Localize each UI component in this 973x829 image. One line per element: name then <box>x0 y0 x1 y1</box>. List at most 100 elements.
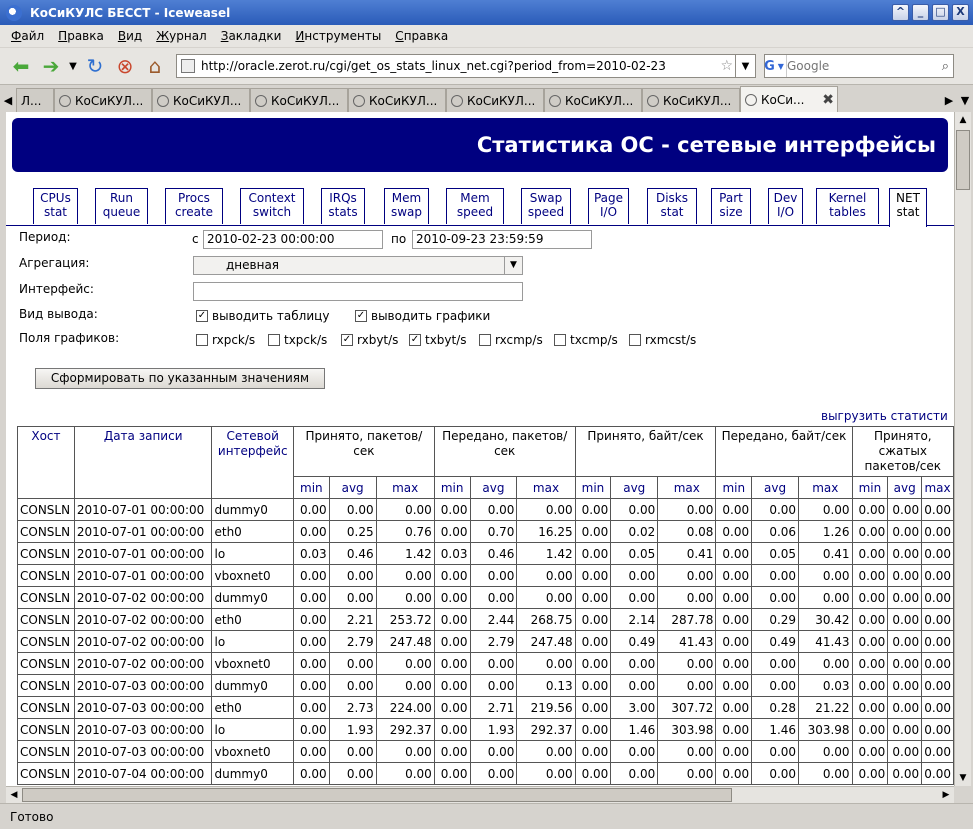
interface-input[interactable] <box>193 282 523 301</box>
cell-host: CONSLN <box>17 740 75 763</box>
aggregation-select[interactable]: дневная ▼ <box>193 256 523 275</box>
window-maximize-button[interactable]: □ <box>932 4 949 21</box>
browser-tab-5[interactable]: КоСиКУЛ... <box>446 88 544 112</box>
field-checkbox-0[interactable]: rxpck/s <box>196 333 255 347</box>
browser-tab-1[interactable]: КоСиКУЛ... <box>54 88 152 112</box>
tab-scroll-right-icon[interactable]: ▶ <box>941 88 957 112</box>
section-tab-13[interactable]: NET stat <box>889 188 927 227</box>
menu-item-2[interactable]: Вид <box>111 29 149 43</box>
section-tab-1[interactable]: Run queue <box>95 188 148 224</box>
checkbox-box[interactable]: ✓ <box>196 310 208 322</box>
sub-header-max: max <box>375 476 435 499</box>
forward-arrow-icon[interactable]: ➔ <box>36 51 66 81</box>
back-arrow-icon[interactable]: ⬅ <box>6 51 36 81</box>
url-text[interactable]: http://oracle.zerot.ru/cgi/get_os_stats_… <box>201 59 720 73</box>
search-bar[interactable]: G▼ ⌕ <box>764 54 954 78</box>
reload-icon[interactable]: ↻ <box>80 51 110 81</box>
col-header-date[interactable]: Дата записи <box>73 426 213 499</box>
search-magnifier-icon[interactable]: ⌕ <box>942 59 949 74</box>
section-tab-8[interactable]: Page I/O <box>588 188 629 224</box>
field-checkbox-4[interactable]: rxcmp/s <box>479 333 543 347</box>
section-tab-7[interactable]: Swap speed <box>521 188 571 224</box>
window-titlebar[interactable]: КоСиКУЛС БЕССТ - Iceweasel ^ _ □ X <box>0 0 973 25</box>
checkbox-box[interactable] <box>268 334 280 346</box>
checkbox-box[interactable] <box>554 334 566 346</box>
url-history-dropdown-icon[interactable]: ▼ <box>736 54 756 78</box>
menu-item-4[interactable]: Закладки <box>214 29 289 43</box>
section-tab-3[interactable]: Context switch <box>240 188 304 224</box>
field-checkbox-2[interactable]: ✓ rxbyt/s <box>341 333 398 347</box>
window-close-button[interactable]: X <box>952 4 969 21</box>
cell-value: 0.05 <box>751 542 800 565</box>
bookmark-star-icon[interactable]: ☆ <box>720 58 733 74</box>
cell-value: 0.00 <box>715 652 753 675</box>
browser-tab-0[interactable]: Л... <box>16 88 54 112</box>
cell-value: 2.71 <box>469 696 518 719</box>
menu-item-1[interactable]: Правка <box>51 29 111 43</box>
history-dropdown-icon[interactable]: ▼ <box>66 51 80 81</box>
vertical-scroll-thumb[interactable] <box>956 130 970 190</box>
window-shade-button[interactable]: ^ <box>892 4 909 21</box>
search-input[interactable] <box>787 59 942 73</box>
checkbox-box[interactable] <box>196 334 208 346</box>
browser-tab-3[interactable]: КоСиКУЛ... <box>250 88 348 112</box>
submit-button[interactable]: Сформировать по указанным значениям <box>35 368 325 389</box>
menu-item-5[interactable]: Инструменты <box>288 29 388 43</box>
menu-item-3[interactable]: Журнал <box>149 29 214 43</box>
scroll-down-icon[interactable]: ▼ <box>955 770 971 786</box>
cell-value: 0.00 <box>433 498 471 521</box>
section-tab-6[interactable]: Mem speed <box>446 188 504 224</box>
col-header-interface[interactable]: Сетевой интерфейс <box>211 426 294 499</box>
browser-tab-7[interactable]: КоСиКУЛ... <box>642 88 740 112</box>
section-tab-12[interactable]: Kernel tables <box>816 188 879 224</box>
section-tab-11[interactable]: Dev I/O <box>768 188 803 224</box>
cell-value: 0.00 <box>574 608 612 631</box>
period-from-input[interactable]: 2010-02-23 00:00:00 <box>203 230 383 249</box>
group-header-tx-bytes: Передано, байт/сек <box>715 426 853 477</box>
browser-tab-6[interactable]: КоСиКУЛ... <box>544 88 642 112</box>
checkbox-box[interactable] <box>479 334 491 346</box>
section-tab-9[interactable]: Disks stat <box>647 188 697 224</box>
checkbox-box[interactable]: ✓ <box>355 310 367 322</box>
checkbox-box[interactable]: ✓ <box>409 334 421 346</box>
field-checkbox-5[interactable]: txcmp/s <box>554 333 618 347</box>
cell-interface: eth0 <box>211 696 294 719</box>
scroll-up-icon[interactable]: ▲ <box>955 112 971 128</box>
section-tab-5[interactable]: Mem swap <box>384 188 429 224</box>
section-tab-10[interactable]: Part size <box>711 188 751 224</box>
export-stats-link[interactable]: выгрузить статисти <box>821 409 948 423</box>
checkbox-box[interactable]: ✓ <box>341 334 353 346</box>
site-favicon-icon <box>181 59 195 73</box>
output-table-checkbox[interactable]: ✓ выводить таблицу <box>196 309 329 323</box>
field-checkbox-3[interactable]: ✓ txbyt/s <box>409 333 467 347</box>
cell-value: 307.72 <box>657 696 717 719</box>
browser-tab-8[interactable]: КоСи... ✖ <box>740 86 838 112</box>
field-checkbox-1[interactable]: txpck/s <box>268 333 327 347</box>
vertical-scrollbar[interactable]: ▲ ▼ <box>954 112 971 786</box>
browser-tab-2[interactable]: КоСиКУЛ... <box>152 88 250 112</box>
checkbox-box[interactable] <box>629 334 641 346</box>
scroll-left-icon[interactable]: ◀ <box>6 787 22 803</box>
home-icon[interactable]: ⌂ <box>140 51 170 81</box>
url-bar[interactable]: http://oracle.zerot.ru/cgi/get_os_stats_… <box>176 54 736 78</box>
field-checkbox-6[interactable]: rxmcst/s <box>629 333 696 347</box>
tab-list-icon[interactable]: ▼ <box>957 88 973 112</box>
tab-scroll-left-icon[interactable]: ◀ <box>0 88 16 112</box>
stop-icon[interactable]: ⊗ <box>110 51 140 81</box>
section-tab-4[interactable]: IRQs stats <box>321 188 365 224</box>
browser-tab-4[interactable]: КоСиКУЛ... <box>348 88 446 112</box>
tab-close-icon[interactable]: ✖ <box>822 92 834 108</box>
menu-item-0[interactable]: Файл <box>4 29 51 43</box>
output-charts-checkbox[interactable]: ✓ выводить графики <box>355 309 490 323</box>
horizontal-scrollbar[interactable]: ◀ ▶ <box>6 786 954 803</box>
window-minimize-button[interactable]: _ <box>912 4 929 21</box>
select-dropdown-icon[interactable]: ▼ <box>504 257 522 274</box>
horizontal-scroll-thumb[interactable] <box>22 788 732 802</box>
menu-item-6[interactable]: Справка <box>388 29 455 43</box>
search-engine-icon[interactable]: G ▼ <box>764 55 787 77</box>
section-tab-2[interactable]: Procs create <box>165 188 223 224</box>
col-header-host[interactable]: Хост <box>17 426 75 499</box>
scroll-right-icon[interactable]: ▶ <box>938 787 954 803</box>
section-tab-0[interactable]: CPUs stat <box>33 188 78 224</box>
period-to-input[interactable]: 2010-09-23 23:59:59 <box>412 230 592 249</box>
